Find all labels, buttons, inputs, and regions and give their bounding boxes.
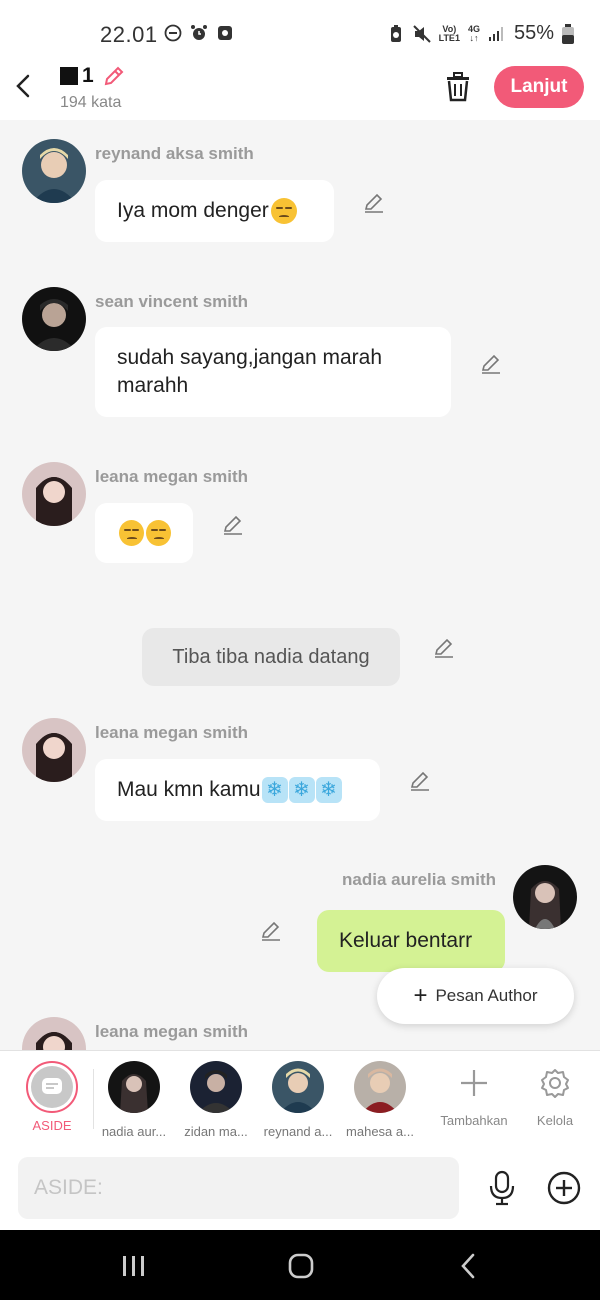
nav-back-icon[interactable] xyxy=(448,1250,488,1282)
sender-name: leana megan smith xyxy=(95,467,249,486)
unamused-face-icon xyxy=(270,198,297,224)
message-text: Iya mom denger xyxy=(117,199,269,222)
network-indicator: 4G ↓↑ xyxy=(468,24,480,43)
dnd-icon xyxy=(164,24,182,42)
message-bubble[interactable] xyxy=(95,503,193,563)
pencil-icon[interactable] xyxy=(102,64,126,88)
volte-indicator: Vo) LTE1 xyxy=(438,24,460,43)
plus-icon: + xyxy=(413,982,428,1009)
snowflake-icon: ❄ xyxy=(315,777,342,803)
message-text: Keluar bentarr xyxy=(339,929,473,952)
avatar-leana[interactable] xyxy=(22,1017,86,1050)
avatar xyxy=(108,1061,160,1113)
avatar-leana[interactable] xyxy=(22,462,86,526)
chapter-number: 1 xyxy=(82,64,94,87)
snowflake-icon: ❄ xyxy=(261,777,288,803)
unamused-face-icon xyxy=(119,520,144,546)
snowflake-icon: ❄ xyxy=(288,777,315,803)
status-left-icons xyxy=(164,24,234,42)
author-message-button[interactable]: + Pesan Author xyxy=(377,968,574,1024)
recents-icon[interactable] xyxy=(114,1250,154,1282)
notification-icon xyxy=(218,26,232,40)
pencil-icon[interactable] xyxy=(221,513,245,537)
network-arrows: ↓↑ xyxy=(469,32,479,43)
character-mahesa[interactable]: mahesa a... xyxy=(342,1061,418,1139)
message-bubble[interactable]: Mau kmn kamu ❄ ❄ ❄ xyxy=(95,759,380,821)
pencil-icon[interactable] xyxy=(432,636,456,660)
add-character-button[interactable]: Tambahkan xyxy=(434,1063,514,1128)
avatar-sean[interactable] xyxy=(22,287,86,351)
avatar xyxy=(190,1061,242,1113)
avatar xyxy=(272,1061,324,1113)
sender-name: leana megan smith xyxy=(95,723,249,742)
divider xyxy=(93,1069,94,1129)
message-text-line2: marahh xyxy=(117,374,189,397)
character-nadia[interactable]: nadia aur... xyxy=(96,1061,172,1139)
author-message-label: Pesan Author xyxy=(435,986,538,1005)
system-nav-bar xyxy=(0,1230,600,1300)
character-label: mahesa a... xyxy=(346,1124,414,1139)
sender-name: leana megan smith xyxy=(95,1022,249,1041)
gear-icon xyxy=(535,1063,575,1103)
plus-icon xyxy=(454,1063,494,1103)
message-input[interactable] xyxy=(18,1157,459,1219)
aside-avatar-inner xyxy=(31,1066,73,1108)
message-bubble[interactable]: sudah sayang,jangan marah marahh xyxy=(95,327,451,417)
character-label: reynand a... xyxy=(263,1124,333,1139)
unamused-face-icon xyxy=(146,520,171,546)
back-arrow-icon[interactable] xyxy=(12,72,36,100)
chat-bubble-icon xyxy=(42,1078,62,1094)
pencil-icon[interactable] xyxy=(259,919,283,943)
aside-label: ASIDE xyxy=(32,1118,72,1133)
message-bubble[interactable]: Iya mom denger xyxy=(95,180,334,242)
mic-icon[interactable] xyxy=(486,1170,518,1206)
pencil-icon[interactable] xyxy=(408,769,432,793)
aside-character[interactable]: ASIDE xyxy=(24,1061,80,1133)
avatar xyxy=(354,1061,406,1113)
add-circle-icon[interactable] xyxy=(546,1170,582,1206)
sender-name: sean vincent smith xyxy=(95,292,249,311)
input-bar xyxy=(0,1146,600,1230)
character-reynand[interactable]: reynand a... xyxy=(260,1061,336,1139)
chapter-title[interactable]: 1 xyxy=(60,64,126,88)
narration-bubble[interactable]: Tiba tiba nadia datang xyxy=(142,628,400,686)
battery-icon xyxy=(562,23,574,44)
manage-characters-button[interactable]: Kelola xyxy=(515,1063,595,1128)
avatar-reynand[interactable] xyxy=(22,139,86,203)
character-label: nadia aur... xyxy=(101,1124,167,1139)
avatar-nadia[interactable] xyxy=(513,865,577,929)
next-button[interactable]: Lanjut xyxy=(494,66,584,108)
volte-bottom: LTE1 xyxy=(438,32,460,43)
battery-percent: 55% xyxy=(513,22,554,44)
message-text-line1: sudah sayang,jangan marah xyxy=(117,346,383,369)
chat-area[interactable]: reynand aksa smith Iya mom denger sean v… xyxy=(0,120,600,1050)
message-text: Mau kmn kamu xyxy=(117,778,261,801)
aside-avatar xyxy=(26,1061,78,1113)
word-count: 194 kata xyxy=(60,94,122,111)
sender-name: reynand aksa smith xyxy=(95,144,254,163)
character-bar: ASIDE nadia aur... zidan ma... reynand a… xyxy=(0,1050,600,1146)
message-bubble-own[interactable]: Keluar bentarr xyxy=(317,910,505,972)
add-character-label: Tambahkan xyxy=(440,1113,508,1128)
status-time: 22.01 xyxy=(100,22,158,47)
mute-icon xyxy=(412,24,431,43)
avatar-leana[interactable] xyxy=(22,718,86,782)
editor-header: 1 194 kata Lanjut xyxy=(0,58,600,120)
sender-name: nadia aurelia smith xyxy=(342,870,496,889)
home-icon[interactable] xyxy=(281,1250,321,1282)
pencil-icon[interactable] xyxy=(362,191,386,215)
title-square-icon xyxy=(60,67,78,85)
character-label: zidan ma... xyxy=(184,1124,248,1139)
status-right: Vo) LTE1 4G ↓↑ 55% xyxy=(387,22,574,45)
signal-icon xyxy=(488,26,503,41)
battery-saver-icon xyxy=(390,24,401,42)
alarm-icon xyxy=(191,25,207,40)
status-bar: 22.01 Vo) LTE1 4G ↓↑ 55% xyxy=(0,0,600,66)
trash-icon[interactable] xyxy=(444,72,472,102)
manage-label: Kelola xyxy=(536,1113,574,1128)
character-zidan[interactable]: zidan ma... xyxy=(178,1061,254,1139)
narration-text: Tiba tiba nadia datang xyxy=(172,646,370,668)
pencil-icon[interactable] xyxy=(479,352,503,376)
